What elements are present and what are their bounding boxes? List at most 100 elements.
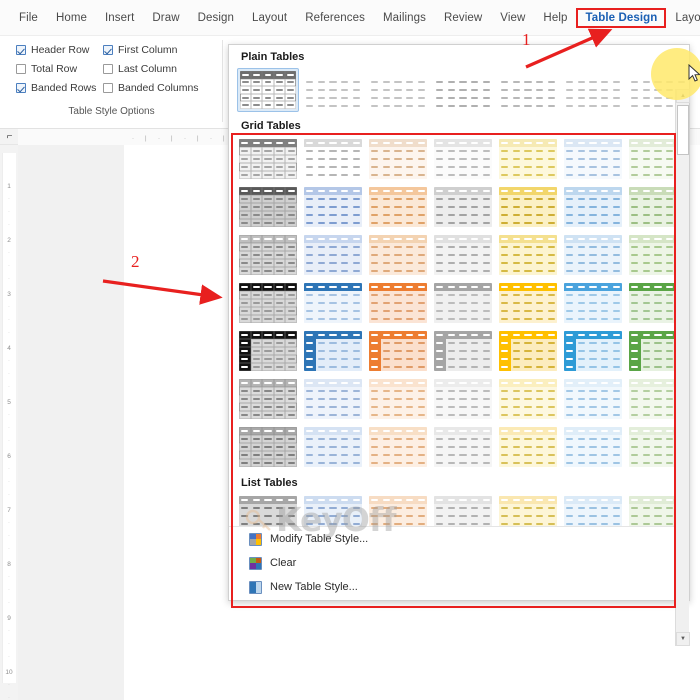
table-style-thumbnail[interactable] — [562, 281, 624, 325]
checkbox-unchecked-icon[interactable] — [103, 63, 113, 74]
table-style-thumbnail[interactable] — [237, 233, 299, 277]
table-style-thumbnail[interactable] — [237, 137, 299, 181]
table-style-thumbnail[interactable] — [562, 377, 624, 421]
table-style-thumbnail[interactable] — [302, 377, 364, 421]
table-style-thumbnail[interactable] — [432, 233, 494, 277]
thumbnail-cell — [285, 86, 296, 94]
table-style-thumbnail[interactable] — [497, 281, 559, 325]
table-style-thumbnail[interactable] — [367, 185, 429, 229]
table-style-thumbnail[interactable] — [497, 68, 559, 112]
checkbox-header-row[interactable]: Header Row — [8, 40, 103, 59]
thumbnail-cell — [262, 211, 274, 219]
table-style-thumbnail[interactable] — [432, 281, 494, 325]
checkbox-unchecked-icon[interactable] — [103, 82, 113, 93]
table-style-thumbnail[interactable] — [302, 68, 364, 112]
table-style-thumbnail[interactable] — [302, 425, 364, 469]
table-style-thumbnail[interactable] — [432, 185, 494, 229]
ribbon-tab-draw[interactable]: Draw — [143, 9, 188, 27]
table-style-thumbnail[interactable] — [562, 185, 624, 229]
ribbon-tab-references[interactable]: References — [296, 9, 374, 27]
table-style-thumbnail[interactable] — [237, 68, 299, 112]
checkbox-checked-icon[interactable] — [103, 44, 113, 55]
thumbnail-text-bar — [405, 366, 414, 368]
thumbnail-cell — [629, 203, 641, 211]
thumbnail-cell — [534, 102, 546, 110]
checkbox-banded-columns[interactable]: Banded Columns — [103, 78, 218, 97]
ribbon-tab-mailings[interactable]: Mailings — [374, 9, 435, 27]
ribbon-tab-home[interactable]: Home — [47, 9, 96, 27]
gallery-menu-item[interactable]: New Table Style... — [229, 575, 677, 599]
table-style-thumbnail[interactable] — [562, 233, 624, 277]
ribbon-tab-design[interactable]: Design — [189, 9, 243, 27]
table-style-thumbnail[interactable] — [432, 137, 494, 181]
table-style-thumbnail[interactable] — [367, 281, 429, 325]
checkbox-unchecked-icon[interactable] — [16, 63, 26, 74]
table-style-thumbnail[interactable] — [302, 281, 364, 325]
checkbox-first-column[interactable]: First Column — [103, 40, 218, 59]
checkbox-total-row[interactable]: Total Row — [8, 59, 103, 78]
ribbon-tab-view[interactable]: View — [491, 9, 534, 27]
gallery-menu-item[interactable]: Modify Table Style... — [229, 527, 677, 551]
vertical-ruler[interactable]: 1 · · · 2 · · · 3 · · · 4 · · · 5 · · · 6 · · · 7 · · · 8 · · · 9 · · · 10 · ·… — [0, 145, 18, 700]
table-style-thumbnail[interactable] — [367, 329, 429, 373]
table-style-thumbnail[interactable] — [562, 68, 624, 112]
table-style-thumbnail[interactable] — [432, 377, 494, 421]
ribbon-tab-help[interactable]: Help — [534, 9, 576, 27]
thumbnail-cell — [629, 70, 641, 78]
table-style-thumbnail[interactable] — [367, 233, 429, 277]
scrollbar-thumb[interactable] — [677, 105, 689, 155]
table-style-thumbnail[interactable] — [367, 377, 429, 421]
table-style-thumbnail[interactable] — [302, 185, 364, 229]
table-style-thumbnail[interactable] — [497, 185, 559, 229]
thumbnail-cell — [404, 102, 416, 110]
thumbnail-text-bar — [405, 286, 414, 288]
thumbnail-row — [564, 451, 622, 459]
thumbnail-row — [369, 195, 427, 203]
table-style-thumbnail[interactable] — [497, 377, 559, 421]
table-style-thumbnail[interactable] — [237, 281, 299, 325]
table-style-thumbnail[interactable] — [497, 329, 559, 373]
table-style-thumbnail[interactable] — [237, 185, 299, 229]
thumbnail-text-bar — [459, 214, 467, 216]
table-style-thumbnail[interactable] — [367, 137, 429, 181]
ribbon-tab-review[interactable]: Review — [435, 9, 491, 27]
table-style-thumbnail[interactable] — [302, 329, 364, 373]
thumbnail-text-bar — [264, 81, 272, 84]
thumbnail-cell — [434, 70, 446, 78]
checkbox-banded-rows[interactable]: Banded Rows — [8, 78, 103, 97]
checkbox-checked-icon[interactable] — [16, 82, 26, 93]
thumbnail-cell — [652, 459, 664, 467]
table-style-thumbnail[interactable] — [497, 425, 559, 469]
table-style-thumbnail[interactable] — [432, 68, 494, 112]
thumbnail-text-bar — [340, 446, 349, 448]
ribbon-tab-file[interactable]: File — [10, 9, 47, 27]
table-style-thumbnail[interactable] — [237, 425, 299, 469]
ribbon-tab-table-design[interactable]: Table Design — [576, 7, 667, 28]
thumbnail-cell — [576, 435, 588, 443]
table-style-thumbnail[interactable] — [497, 233, 559, 277]
table-style-thumbnail[interactable] — [302, 233, 364, 277]
tab-stop-marker[interactable]: ⌐ — [4, 131, 15, 142]
table-style-thumbnail[interactable] — [367, 68, 429, 112]
gallery-menu-item[interactable]: Clear — [229, 551, 677, 575]
table-style-thumbnail[interactable] — [497, 137, 559, 181]
ribbon-tab-layout[interactable]: Layout — [243, 9, 296, 27]
table-style-thumbnail[interactable] — [367, 425, 429, 469]
table-style-thumbnail[interactable] — [302, 137, 364, 181]
table-style-thumbnail[interactable] — [237, 377, 299, 421]
checkbox-checked-icon[interactable] — [16, 44, 26, 55]
table-style-thumbnail[interactable] — [432, 329, 494, 373]
gallery-scrollbar[interactable]: ▲ ▼ — [675, 89, 690, 646]
ribbon-tab-insert[interactable]: Insert — [96, 9, 143, 27]
ribbon-tab-layo[interactable]: Layo — [666, 9, 700, 27]
table-style-thumbnail[interactable] — [237, 329, 299, 373]
table-style-thumbnail[interactable] — [562, 425, 624, 469]
table-style-thumbnail[interactable] — [562, 329, 624, 373]
thumbnail-cell — [576, 427, 588, 435]
thumbnail-cell — [564, 443, 576, 451]
checkbox-last-column[interactable]: Last Column — [103, 59, 218, 78]
table-style-thumbnail[interactable] — [432, 425, 494, 469]
thumbnail-cell — [239, 443, 251, 451]
scroll-down-arrow-icon[interactable]: ▼ — [676, 632, 690, 646]
table-style-thumbnail[interactable] — [562, 137, 624, 181]
